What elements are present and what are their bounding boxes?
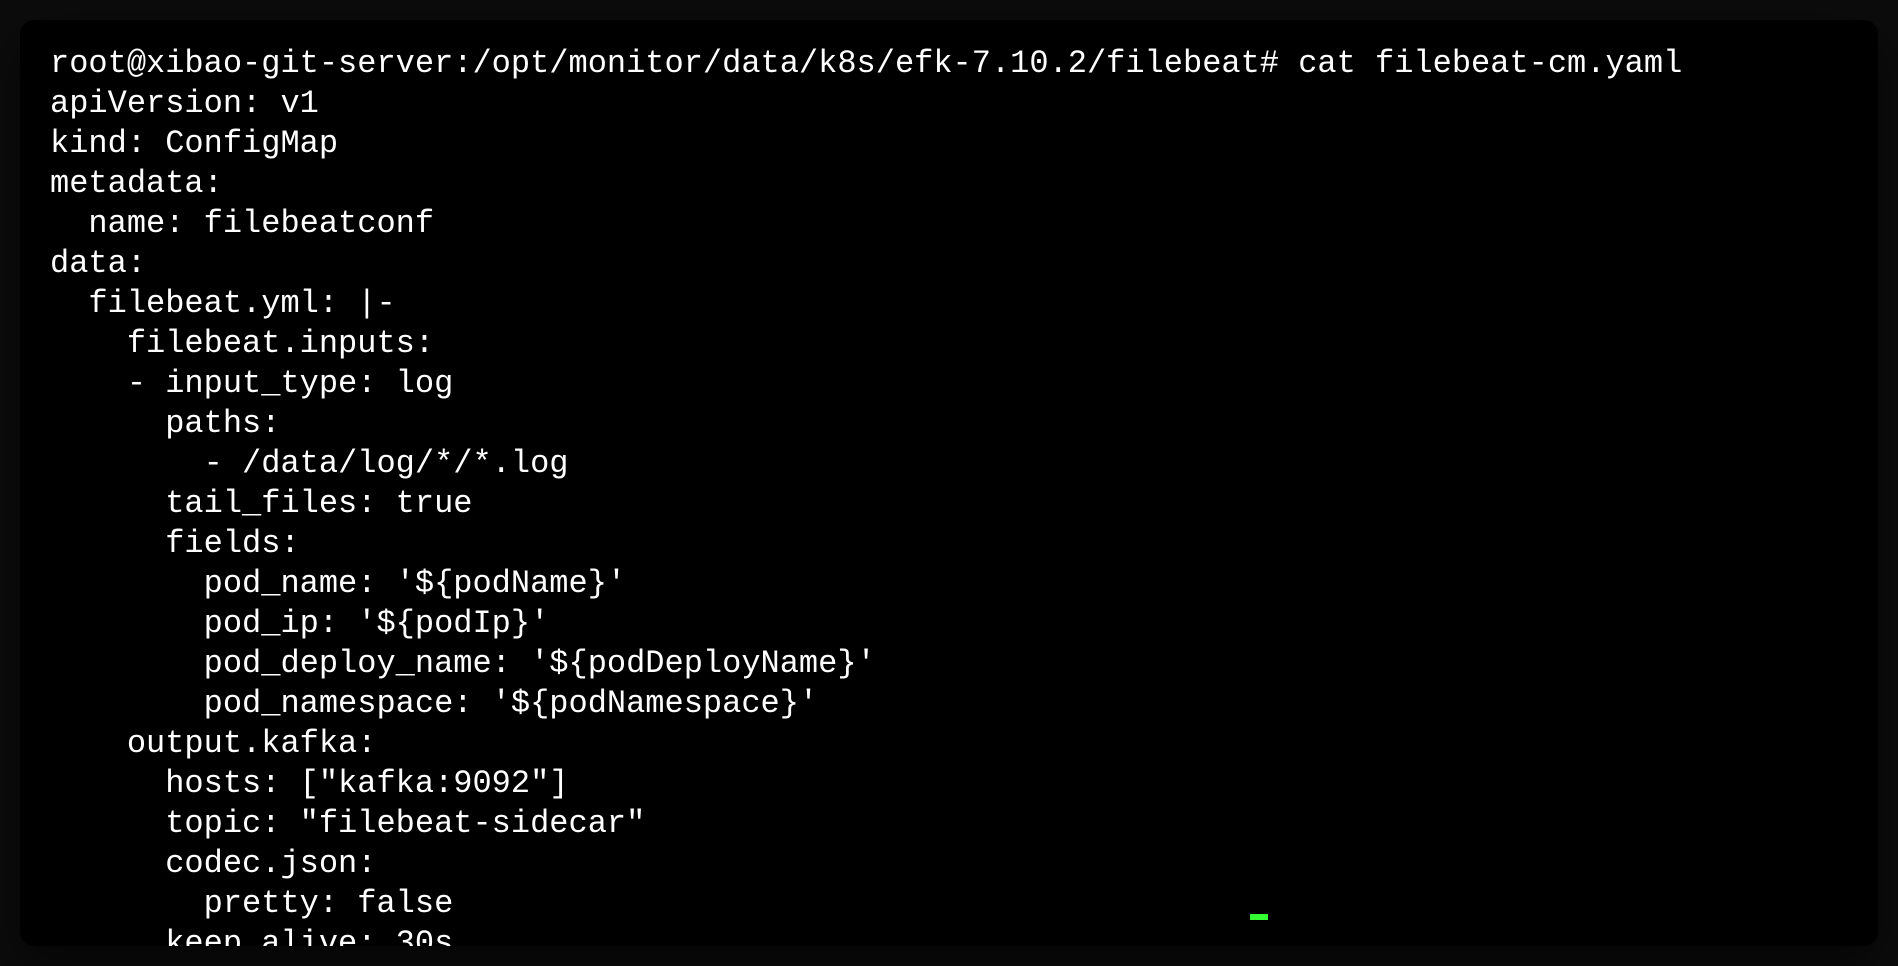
terminal-line: filebeat.inputs:: [50, 325, 434, 362]
terminal-line: topic: "filebeat-sidecar": [50, 805, 645, 842]
terminal-line: paths:: [50, 405, 280, 442]
terminal-line: pod_namespace: '${podNamespace}': [50, 685, 818, 722]
terminal-line: hosts: ["kafka:9092"]: [50, 765, 568, 802]
terminal-line: - input_type: log: [50, 365, 453, 402]
terminal-line: - /data/log/*/*.log: [50, 445, 568, 482]
terminal-line: name: filebeatconf: [50, 205, 434, 242]
terminal-window[interactable]: root@xibao-git-server:/opt/monitor/data/…: [20, 20, 1878, 946]
terminal-line: fields:: [50, 525, 300, 562]
terminal-line: output.kafka:: [50, 725, 376, 762]
terminal-line: data:: [50, 245, 146, 282]
terminal-prompt-line: root@xibao-git-server:/opt/monitor/data/…: [50, 45, 1682, 82]
terminal-line: metadata:: [50, 165, 223, 202]
terminal-line: pod_ip: '${podIp}': [50, 605, 549, 642]
terminal-line: filebeat.yml: |-: [50, 285, 396, 322]
terminal-line: codec.json:: [50, 845, 376, 882]
terminal-line: pretty: false: [50, 885, 453, 922]
terminal-cursor: [1250, 914, 1268, 920]
terminal-line: kind: ConfigMap: [50, 125, 338, 162]
terminal-output: root@xibao-git-server:/opt/monitor/data/…: [50, 44, 1848, 946]
terminal-line: apiVersion: v1: [50, 85, 319, 122]
terminal-line: pod_name: '${podName}': [50, 565, 626, 602]
terminal-line: pod_deploy_name: '${podDeployName}': [50, 645, 876, 682]
terminal-line: tail_files: true: [50, 485, 472, 522]
terminal-line: keep_alive: 30s: [50, 925, 453, 946]
